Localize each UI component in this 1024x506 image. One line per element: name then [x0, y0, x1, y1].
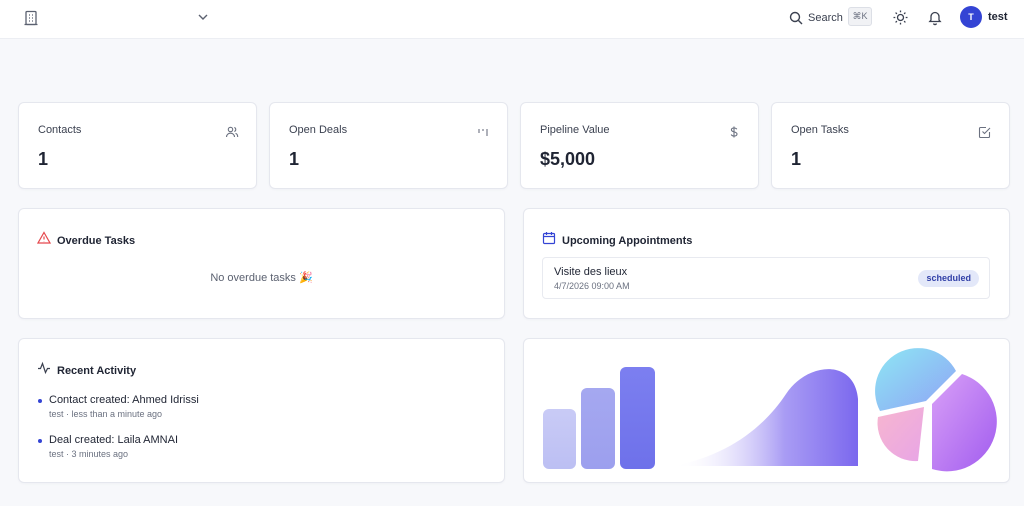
activity-meta: test · 3 minutes ago: [49, 449, 129, 459]
search-icon: [789, 11, 803, 25]
search-label: Search: [808, 12, 843, 24]
stat-label: Open Tasks: [791, 124, 849, 136]
illustration-card: [523, 338, 1010, 483]
overdue-tasks-card: Overdue Tasks No overdue tasks 🎉: [18, 208, 505, 319]
bell-icon[interactable]: [927, 9, 943, 26]
upcoming-appointments-card: Upcoming Appointments Visite des lieux 4…: [523, 208, 1010, 319]
bar-1: [543, 409, 576, 469]
alert-triangle-icon: [37, 231, 51, 244]
empty-message: No overdue tasks 🎉: [210, 272, 313, 284]
checkbox-icon: [978, 126, 991, 139]
chevron-down-icon[interactable]: [195, 9, 211, 25]
activity-icon: [38, 361, 50, 375]
top-bar: Search ⌘K T test: [0, 0, 1024, 39]
activity-text: Deal created: Laila AMNAI: [49, 434, 179, 446]
building-icon[interactable]: [22, 9, 40, 27]
stat-label: Open Deals: [289, 124, 348, 136]
dollar-icon: [730, 126, 738, 138]
stat-label: Contacts: [38, 124, 82, 136]
wave-shape: [674, 369, 858, 466]
pie-slice-pink: [877, 407, 924, 462]
bar-3: [620, 367, 655, 469]
avatar[interactable]: T: [960, 6, 982, 28]
stat-label: Pipeline Value: [540, 124, 610, 136]
stat-card-open-deals[interactable]: Open Deals 1: [269, 102, 508, 189]
status-badge: scheduled: [918, 270, 979, 287]
stat-value: 1: [289, 149, 300, 169]
stat-value: 1: [791, 149, 802, 169]
analytics-illustration: [543, 348, 997, 472]
stat-value: 1: [38, 149, 49, 169]
user-name[interactable]: test: [988, 11, 1008, 23]
appointment-item[interactable]: Visite des lieux 4/7/2026 09:00 AM sched…: [542, 257, 990, 299]
appointment-datetime: 4/7/2026 09:00 AM: [554, 281, 630, 291]
card-title: Overdue Tasks: [57, 235, 136, 247]
kanban-icon: [478, 129, 488, 136]
calendar-icon: [542, 232, 556, 245]
card-title: Recent Activity: [57, 365, 137, 377]
search-shortcut: ⌘K: [848, 7, 872, 26]
pie-slice-large: [932, 374, 997, 472]
bullet: [38, 399, 42, 403]
stat-value: $5,000: [540, 149, 596, 169]
stat-card-pipeline-value[interactable]: Pipeline Value $5,000: [520, 102, 759, 189]
bullet: [38, 439, 42, 443]
sun-icon[interactable]: [892, 9, 909, 26]
bar-2: [581, 388, 615, 469]
stat-card-contacts[interactable]: Contacts 1: [18, 102, 257, 189]
search-button[interactable]: Search: [788, 7, 843, 29]
appointment-title: Visite des lieux: [554, 266, 628, 278]
users-icon: [225, 126, 239, 138]
card-title: Upcoming Appointments: [562, 235, 693, 247]
stat-card-open-tasks[interactable]: Open Tasks 1: [771, 102, 1010, 189]
recent-activity-card: Recent Activity Contact created: Ahmed I…: [18, 338, 505, 483]
activity-text: Contact created: Ahmed Idrissi: [49, 394, 199, 406]
activity-meta: test · less than a minute ago: [49, 409, 163, 419]
